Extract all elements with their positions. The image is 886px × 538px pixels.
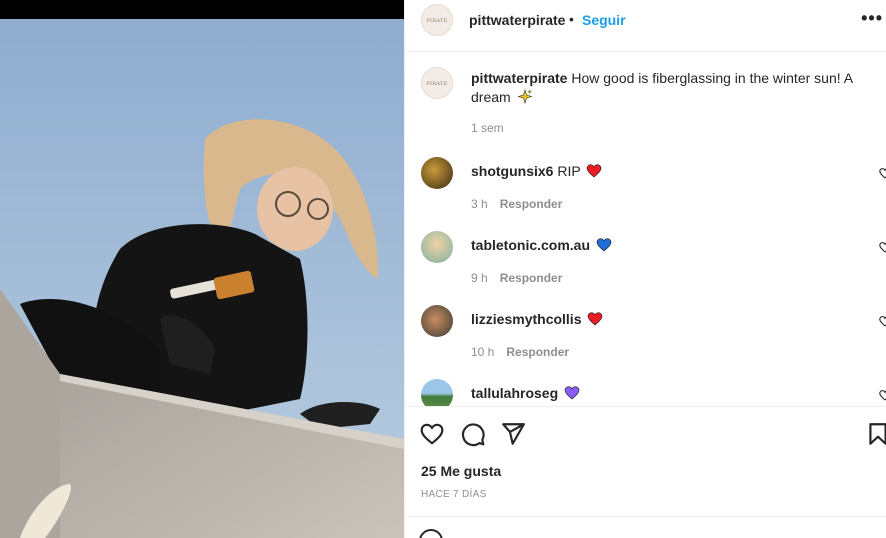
add-comment-bar [405,516,886,538]
comment-line: tallulahroseg [471,385,580,401]
caption-avatar[interactable]: PIRATE [421,67,453,99]
red-heart-icon [588,312,603,326]
post-header: PIRATE pittwaterpirate • Seguir ••• [405,0,886,52]
comment-time: 9 h [471,271,488,285]
sparkles-icon [517,89,533,104]
reply-button[interactable]: Responder [506,345,569,359]
comment-item: lizziesmythcollis 10 h Responder [405,305,886,379]
comment-line: tabletonic.com.au [471,237,612,253]
more-options-icon[interactable]: ••• [861,8,883,29]
like-comment-icon[interactable] [879,315,886,327]
share-send-icon[interactable] [500,421,526,447]
like-comment-icon[interactable] [879,167,886,179]
photo-top-bar [0,0,404,19]
caption-text: pittwaterpirate How good is fiberglassin… [471,69,867,107]
separator-dot: • [569,11,574,27]
red-heart-icon [587,164,602,178]
caption-time: 1 sem [471,121,504,135]
purple-heart-icon [564,386,580,400]
save-bookmark-icon[interactable] [865,421,886,447]
reply-button[interactable]: Responder [500,271,563,285]
comment-item: shotgunsix6 RIP 3 h Responder [405,157,886,231]
commenter-username[interactable]: tallulahroseg [471,385,558,401]
commenter-username[interactable]: tabletonic.com.au [471,237,590,253]
post-photo[interactable] [0,0,404,538]
author-username[interactable]: pittwaterpirate [469,12,565,28]
comment-text: RIP [557,163,581,179]
emoji-picker-icon[interactable] [419,529,443,538]
post-actions: 25 Me gusta HACE 7 DÍAS [405,406,886,516]
commenter-avatar[interactable] [421,157,453,189]
author-avatar[interactable]: PIRATE [421,4,453,36]
caption-username[interactable]: pittwaterpirate [471,70,567,86]
likes-count[interactable]: 25 Me gusta [421,463,501,479]
like-heart-icon[interactable] [419,421,445,447]
comment-meta: 9 h Responder [471,271,562,285]
commenter-username[interactable]: lizziesmythcollis [471,311,581,327]
comment-line: shotgunsix6 RIP [471,163,602,179]
like-comment-icon[interactable] [879,389,886,401]
comment-meta: 10 h Responder [471,345,569,359]
comment-line: lizziesmythcollis [471,311,603,327]
avatar-logo-text: PIRATE [426,81,448,87]
comment-item: tabletonic.com.au 9 h Responder [405,231,886,305]
commenter-username[interactable]: shotgunsix6 [471,163,553,179]
comment-bubble-icon[interactable] [460,421,486,447]
post-image [0,19,404,538]
comment-meta: 3 h Responder [471,197,562,211]
reply-button[interactable]: Responder [500,197,563,211]
comment-time: 10 h [471,345,495,359]
blue-heart-icon [596,238,612,252]
follow-button[interactable]: Seguir [582,12,626,28]
commenter-avatar[interactable] [421,231,453,263]
avatar-logo-text: PIRATE [426,18,448,24]
comment-time: 3 h [471,197,488,211]
comment-item: tallulahroseg [405,379,886,406]
like-comment-icon[interactable] [879,241,886,253]
comments-list[interactable]: PIRATE pittwaterpirate How good is fiber… [405,53,886,406]
commenter-avatar[interactable] [421,379,453,406]
post-date: HACE 7 DÍAS [421,489,487,500]
commenter-avatar[interactable] [421,305,453,337]
post-side-panel: PIRATE pittwaterpirate • Seguir ••• PIRA… [404,0,886,538]
